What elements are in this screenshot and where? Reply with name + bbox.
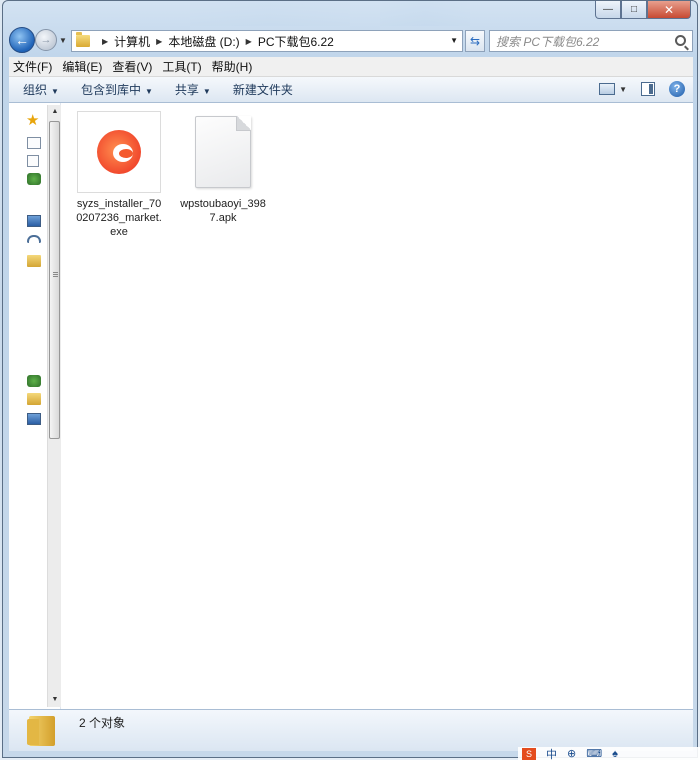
forward-arrow-icon: → — [40, 34, 52, 46]
folder-icon[interactable] — [27, 393, 41, 405]
file-name: wpstoubaoyi_3987.apk — [180, 198, 266, 224]
details-pane: 2 个对象 — [9, 709, 693, 751]
navigation-pane: ★ ▲ ▼ — [9, 103, 61, 709]
preview-pane-button[interactable] — [641, 82, 655, 96]
scroll-down-icon[interactable]: ▼ — [48, 693, 62, 707]
close-button[interactable]: ✕ — [647, 1, 691, 19]
view-controls: ▼ ? — [599, 81, 685, 97]
search-placeholder: 搜索 PC下载包6.22 — [496, 34, 600, 49]
network-status-icon[interactable]: ⊕ — [567, 747, 576, 760]
chevron-down-icon: ▼ — [202, 87, 211, 96]
folder-icon — [27, 716, 55, 746]
scroll-thumb[interactable] — [49, 121, 60, 439]
help-icon[interactable]: ? — [669, 81, 685, 97]
breadcrumb-drive-d[interactable]: 本地磁盘 (D:) — [168, 33, 239, 50]
document-icon — [195, 116, 251, 188]
breadcrumb-current-folder[interactable]: PC下载包6.22 — [258, 33, 334, 50]
input-method-icon[interactable]: S — [522, 747, 536, 760]
breadcrumb-computer[interactable]: 计算机 — [114, 33, 150, 50]
item-count: 2 个对象 — [79, 716, 126, 730]
menu-view[interactable]: 查看(V) — [112, 58, 152, 75]
file-item[interactable]: wpstoubaoyi_3987.apk — [175, 111, 271, 225]
desktop-icon[interactable] — [27, 137, 41, 149]
maximize-button[interactable]: □ — [621, 1, 647, 19]
include-in-library-label: 包含到库中 — [80, 83, 141, 97]
recent-pages-dropdown[interactable]: ▼ — [59, 36, 67, 45]
breadcrumb-separator-icon[interactable]: ▶ — [102, 37, 108, 46]
maximize-icon: □ — [630, 4, 638, 15]
share-button[interactable]: 共享 ▼ — [175, 81, 211, 98]
system-tray: S 中 ⊕ ⌨ ♠ — [518, 747, 700, 760]
breadcrumb-separator-icon[interactable]: ▶ — [156, 37, 162, 46]
new-folder-button[interactable]: 新建文件夹 — [233, 81, 293, 98]
breadcrumb-separator-icon[interactable]: ▶ — [246, 37, 252, 46]
minimize-button[interactable]: — — [595, 1, 621, 19]
forward-button[interactable]: → — [35, 29, 57, 51]
settings-icon[interactable]: ♠ — [612, 748, 618, 760]
close-icon: ✕ — [663, 2, 675, 17]
scroll-grip-icon — [53, 272, 58, 273]
refresh-icon: ⇆ — [469, 34, 481, 48]
chevron-down-icon: ▼ — [51, 87, 59, 96]
libraries-icon[interactable] — [27, 215, 41, 227]
file-name: syzs_installer_700207236_market.exe — [76, 198, 162, 238]
computer-folder-icon[interactable] — [27, 255, 41, 267]
explorer-window: — □ ✕ ← → ▼ ▶ 计算机 ▶ 本地磁盘 (D:) ▶ PC下载包6.2… — [2, 0, 698, 758]
homegroup-icon[interactable] — [27, 235, 41, 243]
menu-tools[interactable]: 工具(T) — [162, 58, 201, 75]
menu-file[interactable]: 文件(F) — [13, 58, 52, 75]
menu-bar: 文件(F) 编辑(E) 查看(V) 工具(T) 帮助(H) — [9, 57, 693, 77]
chevron-down-icon: ▼ — [144, 87, 153, 96]
view-icon — [599, 83, 616, 95]
refresh-button[interactable]: ⇆ — [465, 30, 485, 52]
app-installer-icon — [97, 130, 141, 174]
chevron-down-icon: ▼ — [619, 84, 627, 94]
computer-icon[interactable] — [27, 413, 41, 425]
file-thumbnail — [77, 111, 161, 193]
back-button[interactable]: ← — [9, 27, 35, 53]
keyboard-icon[interactable]: ⌨ — [586, 747, 602, 760]
share-label: 共享 — [174, 83, 199, 97]
favorites-star-icon[interactable]: ★ — [26, 111, 40, 129]
file-thumbnail — [181, 111, 265, 193]
scroll-up-icon[interactable]: ▲ — [48, 105, 62, 119]
language-indicator[interactable]: 中 — [546, 746, 557, 760]
file-list: syzs_installer_700207236_market.exe wpst… — [61, 103, 693, 709]
address-row: ← → ▼ ▶ 计算机 ▶ 本地磁盘 (D:) ▶ PC下载包6.22 ▼ ⇆ … — [9, 27, 693, 53]
minimize-icon: — — [603, 4, 613, 15]
search-input[interactable]: 搜索 PC下载包6.22 — [489, 30, 693, 52]
command-bar: 组织 ▼ 包含到库中 ▼ 共享 ▼ 新建文件夹 ▼ ? — [9, 77, 693, 103]
search-icon[interactable] — [675, 35, 686, 46]
change-view-button[interactable]: ▼ — [599, 83, 627, 95]
file-item[interactable]: syzs_installer_700207236_market.exe — [71, 111, 167, 239]
address-dropdown-icon[interactable]: ▼ — [450, 36, 458, 45]
caption-buttons: — □ ✕ — [595, 1, 691, 19]
address-bar[interactable]: ▶ 计算机 ▶ 本地磁盘 (D:) ▶ PC下载包6.22 ▼ — [71, 30, 463, 52]
back-arrow-icon: ← — [15, 32, 29, 48]
organize-label: 组织 — [23, 83, 48, 97]
folder-icon — [76, 32, 90, 47]
downloads-icon[interactable] — [27, 155, 39, 167]
recent-places-icon[interactable] — [27, 173, 41, 185]
menu-help[interactable]: 帮助(H) — [212, 58, 253, 75]
menu-edit[interactable]: 编辑(E) — [62, 58, 102, 75]
navigation-scrollbar[interactable]: ▲ ▼ — [47, 105, 61, 707]
network-icon[interactable] — [27, 375, 41, 387]
organize-button[interactable]: 组织 ▼ — [23, 81, 59, 98]
include-in-library-button[interactable]: 包含到库中 ▼ — [81, 81, 153, 98]
